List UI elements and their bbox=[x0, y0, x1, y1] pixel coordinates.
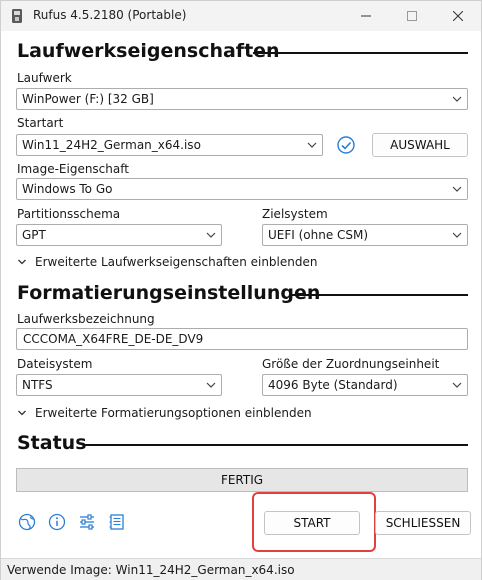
format-options-heading: Formatierungseinstellungen bbox=[17, 282, 321, 304]
chevron-down-icon bbox=[307, 142, 317, 148]
boot-selection-label: Startart bbox=[17, 116, 64, 130]
title-bar: Rufus 4.5.2180 (Portable) bbox=[1, 1, 481, 31]
filesystem-label: Dateisystem bbox=[17, 357, 93, 371]
target-system-value: UEFI (ohne CSM) bbox=[268, 228, 369, 242]
window-title: Rufus 4.5.2180 (Portable) bbox=[33, 8, 187, 22]
chevron-down-icon bbox=[452, 96, 462, 102]
boot-selection-value: Win11_24H2_German_x64.iso bbox=[22, 138, 201, 152]
section-divider bbox=[85, 444, 468, 446]
cluster-size-label: Größe der Zuordnungseinheit bbox=[262, 357, 440, 371]
chevron-down-icon bbox=[452, 186, 462, 192]
status-progress-text: FERTIG bbox=[220, 473, 264, 487]
target-system-label: Zielsystem bbox=[262, 207, 328, 221]
volume-label-label: Laufwerksbezeichnung bbox=[17, 312, 155, 326]
volume-label-value: CCCOMA_X64FRE_DE-DE_DV9 bbox=[23, 332, 204, 346]
boot-selection-dropdown[interactable]: Win11_24H2_German_x64.iso bbox=[16, 134, 323, 156]
cluster-size-dropdown[interactable]: 4096 Byte (Standard) bbox=[262, 374, 468, 396]
filesystem-dropdown[interactable]: NTFS bbox=[16, 374, 222, 396]
verified-check-icon[interactable] bbox=[336, 135, 356, 155]
select-image-button[interactable]: AUSWAHL bbox=[372, 133, 468, 157]
settings-sliders-icon[interactable] bbox=[78, 513, 96, 531]
status-bar: Verwende Image: Win11_24H2_German_x64.is… bbox=[1, 558, 481, 580]
chevron-down-icon bbox=[206, 382, 216, 388]
partition-scheme-dropdown[interactable]: GPT bbox=[16, 224, 222, 246]
rufus-window: Rufus 4.5.2180 (Portable) Laufwerkseigen… bbox=[0, 0, 482, 580]
chevron-down-icon bbox=[452, 232, 462, 238]
device-dropdown[interactable]: WinPower (F:) [32 GB] bbox=[16, 88, 468, 110]
minimize-button[interactable] bbox=[343, 1, 389, 31]
target-system-dropdown[interactable]: UEFI (ohne CSM) bbox=[262, 224, 468, 246]
advanced-format-options-label: Erweiterte Formatierungsoptionen einblen… bbox=[35, 406, 312, 420]
chevron-down-icon bbox=[452, 382, 462, 388]
section-divider bbox=[289, 294, 468, 296]
maximize-button[interactable] bbox=[389, 1, 435, 31]
volume-label-input[interactable]: CCCOMA_X64FRE_DE-DE_DV9 bbox=[16, 328, 468, 350]
image-option-label: Image-Eigenschaft bbox=[17, 162, 129, 176]
device-value: WinPower (F:) [32 GB] bbox=[22, 92, 154, 106]
close-button[interactable] bbox=[435, 1, 481, 31]
chevron-down-icon bbox=[18, 259, 26, 265]
start-button[interactable]: START bbox=[264, 511, 360, 535]
advanced-format-options-toggle[interactable]: Erweiterte Formatierungsoptionen einblen… bbox=[17, 406, 312, 420]
device-label: Laufwerk bbox=[17, 71, 72, 85]
log-icon[interactable] bbox=[108, 513, 126, 531]
image-option-dropdown[interactable]: Windows To Go bbox=[16, 178, 468, 200]
advanced-drive-properties-toggle[interactable]: Erweiterte Laufwerkseigenschaften einble… bbox=[17, 255, 317, 269]
drive-properties-heading: Laufwerkseigenschaften bbox=[17, 40, 280, 62]
rufus-app-icon bbox=[12, 9, 22, 23]
chevron-down-icon bbox=[206, 232, 216, 238]
section-divider bbox=[253, 52, 468, 54]
status-progress-bar: FERTIG bbox=[16, 468, 468, 492]
partition-scheme-label: Partitionsschema bbox=[17, 207, 121, 221]
chevron-down-icon bbox=[18, 410, 26, 416]
globe-icon[interactable] bbox=[18, 513, 36, 531]
close-dialog-button[interactable]: SCHLIESSEN bbox=[375, 511, 471, 535]
partition-scheme-value: GPT bbox=[22, 228, 46, 242]
status-bar-text: Verwende Image: Win11_24H2_German_x64.is… bbox=[7, 563, 295, 577]
advanced-drive-properties-label: Erweiterte Laufwerkseigenschaften einble… bbox=[35, 255, 318, 269]
info-icon[interactable] bbox=[48, 513, 66, 531]
status-heading: Status bbox=[17, 432, 87, 454]
filesystem-value: NTFS bbox=[22, 378, 53, 392]
cluster-size-value: 4096 Byte (Standard) bbox=[268, 378, 398, 392]
image-option-value: Windows To Go bbox=[22, 182, 113, 196]
